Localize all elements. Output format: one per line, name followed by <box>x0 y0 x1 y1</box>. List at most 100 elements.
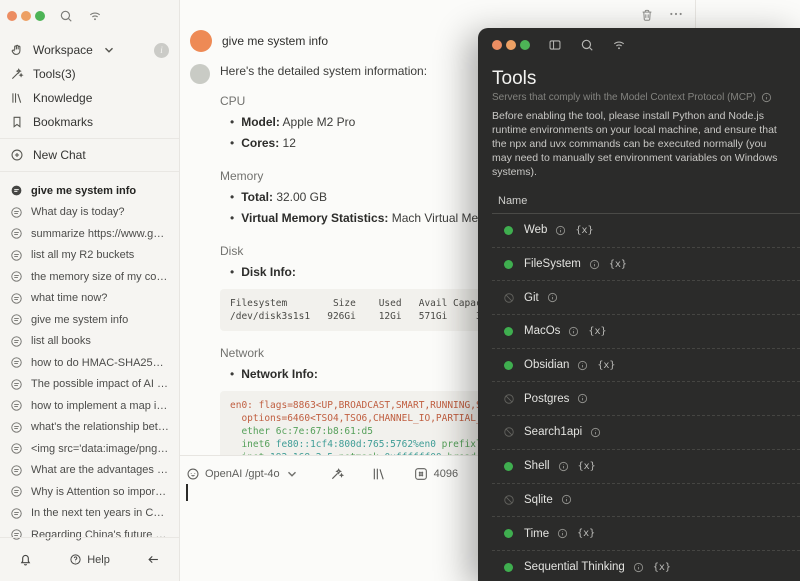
info-icon[interactable] <box>558 461 569 472</box>
history-item[interactable]: what's the relationship between... <box>0 417 179 439</box>
workspace-badge[interactable]: i <box>154 42 169 58</box>
enabled-dot-icon <box>504 562 513 572</box>
traffic-light-dot[interactable] <box>492 40 502 50</box>
more-options-icon[interactable] <box>668 6 684 22</box>
tool-name: Postgres <box>524 392 570 405</box>
history-item[interactable]: The possible impact of AI in edu... <box>0 374 179 396</box>
traffic-light-dot[interactable] <box>506 40 516 50</box>
history-item[interactable]: Why is Attention so important i... <box>0 481 179 503</box>
tool-name: MacOs <box>524 325 561 338</box>
tool-row[interactable]: Shell {x} <box>492 450 800 484</box>
traffic-light-dot[interactable] <box>7 11 17 21</box>
info-icon[interactable] <box>577 393 588 404</box>
env-vars-badge[interactable]: {x} <box>609 259 627 270</box>
info-icon[interactable] <box>555 225 566 236</box>
env-vars-badge[interactable]: {x} <box>578 461 596 472</box>
sidebar-item-workspace[interactable]: Workspace i <box>0 38 179 62</box>
tool-row[interactable]: Web {x} <box>492 214 800 248</box>
info-icon[interactable] <box>633 562 644 573</box>
sidebar-item-label: New Chat <box>33 148 86 162</box>
tool-row[interactable]: Git <box>492 281 800 316</box>
history-item[interactable]: list all books <box>0 331 179 353</box>
history-item-label: how to do HMAC-SHA256-HEX i... <box>31 356 169 369</box>
trash-icon[interactable] <box>640 8 654 22</box>
tools-toggle-icon[interactable] <box>329 466 345 482</box>
env-vars-badge[interactable]: {x} <box>577 528 595 539</box>
plus-circle-icon <box>10 148 24 162</box>
info-icon[interactable] <box>568 326 579 337</box>
tool-row[interactable]: FileSystem {x} <box>492 248 800 282</box>
env-vars-badge[interactable]: {x} <box>575 225 593 236</box>
history-item[interactable]: how to do HMAC-SHA256-HEX i... <box>0 352 179 374</box>
wifi-icon[interactable] <box>612 38 626 52</box>
history-item-label: <img src='data:image/png;bas... <box>31 442 169 455</box>
max-tokens-control[interactable]: 4096 <box>413 466 458 482</box>
wand-icon <box>10 67 24 81</box>
sidebar-item-label: Knowledge <box>33 91 93 105</box>
history-item-label: list all books <box>31 335 91 348</box>
sidebar-item-knowledge[interactable]: Knowledge <box>0 86 179 110</box>
traffic-light-dot[interactable] <box>21 11 31 21</box>
history-item[interactable]: the memory size of my computer <box>0 266 179 288</box>
sidebar-footer: Help <box>0 537 179 581</box>
info-icon[interactable] <box>557 528 568 539</box>
env-vars-badge[interactable]: {x} <box>653 562 671 573</box>
history-item[interactable]: what time now? <box>0 288 179 310</box>
info-icon[interactable] <box>590 427 601 438</box>
tool-row[interactable]: Sqlite <box>492 484 800 518</box>
traffic-lights[interactable] <box>492 40 530 50</box>
traffic-lights[interactable] <box>7 11 45 21</box>
sidebar-toggle-icon[interactable] <box>548 38 562 52</box>
tool-row[interactable]: Sequential Thinking {x} <box>492 551 800 581</box>
history-item[interactable]: give me system info <box>0 309 179 331</box>
sidebar-item-bookmarks[interactable]: Bookmarks <box>0 110 179 134</box>
tool-row[interactable]: Search1api <box>492 416 800 450</box>
bell-icon[interactable] <box>18 552 33 567</box>
history-item-label: give me system info <box>31 184 137 197</box>
chat-bubble-icon <box>10 249 23 262</box>
search-icon[interactable] <box>580 38 594 52</box>
traffic-light-dot[interactable] <box>35 11 45 21</box>
wifi-icon[interactable] <box>88 9 102 23</box>
env-vars-badge[interactable]: {x} <box>597 360 615 371</box>
history-item[interactable]: What are the advantages of usi... <box>0 460 179 482</box>
sidebar-titlebar <box>0 0 179 32</box>
env-vars-badge[interactable]: {x} <box>588 326 606 337</box>
sidebar-item-label: Tools(3) <box>33 67 76 81</box>
history-item-label: how to implement a map in rust? <box>31 399 169 412</box>
info-icon[interactable] <box>547 292 558 303</box>
history-item[interactable]: In the next ten years in China, w... <box>0 503 179 525</box>
info-icon[interactable] <box>561 494 572 505</box>
tools-panel-subtitle: Servers that comply with the Model Conte… <box>492 92 786 103</box>
search-icon[interactable] <box>59 9 73 23</box>
info-icon[interactable] <box>589 259 600 270</box>
tools-panel-description: Before enabling the tool, please install… <box>492 110 778 178</box>
history-item[interactable]: summarize https://www.gurwi... <box>0 223 179 245</box>
history-item[interactable]: <img src='data:image/png;bas... <box>0 438 179 460</box>
history-item[interactable]: What day is today? <box>0 202 179 224</box>
history-item[interactable]: how to implement a map in rust? <box>0 395 179 417</box>
info-icon[interactable] <box>761 92 772 103</box>
tool-row[interactable]: Time {x} <box>492 517 800 551</box>
divider <box>0 138 179 139</box>
enabled-dot-icon <box>504 259 513 269</box>
sidebar-item-tools[interactable]: Tools(3) <box>0 62 179 86</box>
history-item[interactable]: give me system info <box>0 180 179 202</box>
traffic-light-dot[interactable] <box>520 40 530 50</box>
model-selector[interactable]: OpenAI /gpt-4o <box>186 467 299 481</box>
tool-row[interactable]: Obsidian {x} <box>492 349 800 383</box>
collapse-sidebar-icon[interactable] <box>146 552 161 567</box>
tools-column-header: Name <box>492 189 800 214</box>
knowledge-icon[interactable] <box>371 466 387 482</box>
tool-row[interactable]: MacOs {x} <box>492 315 800 349</box>
help-button[interactable]: Help <box>69 553 110 566</box>
tool-name: Sqlite <box>524 493 553 506</box>
chat-bubble-icon <box>10 206 23 219</box>
chat-bubble-icon <box>10 292 23 305</box>
history-item[interactable]: list all my R2 buckets <box>0 245 179 267</box>
history-item-label: the memory size of my computer <box>31 270 169 283</box>
disabled-icon <box>503 393 515 405</box>
tool-row[interactable]: Postgres <box>492 382 800 417</box>
info-icon[interactable] <box>577 360 588 371</box>
sidebar-item-new-chat[interactable]: New Chat <box>0 143 179 167</box>
